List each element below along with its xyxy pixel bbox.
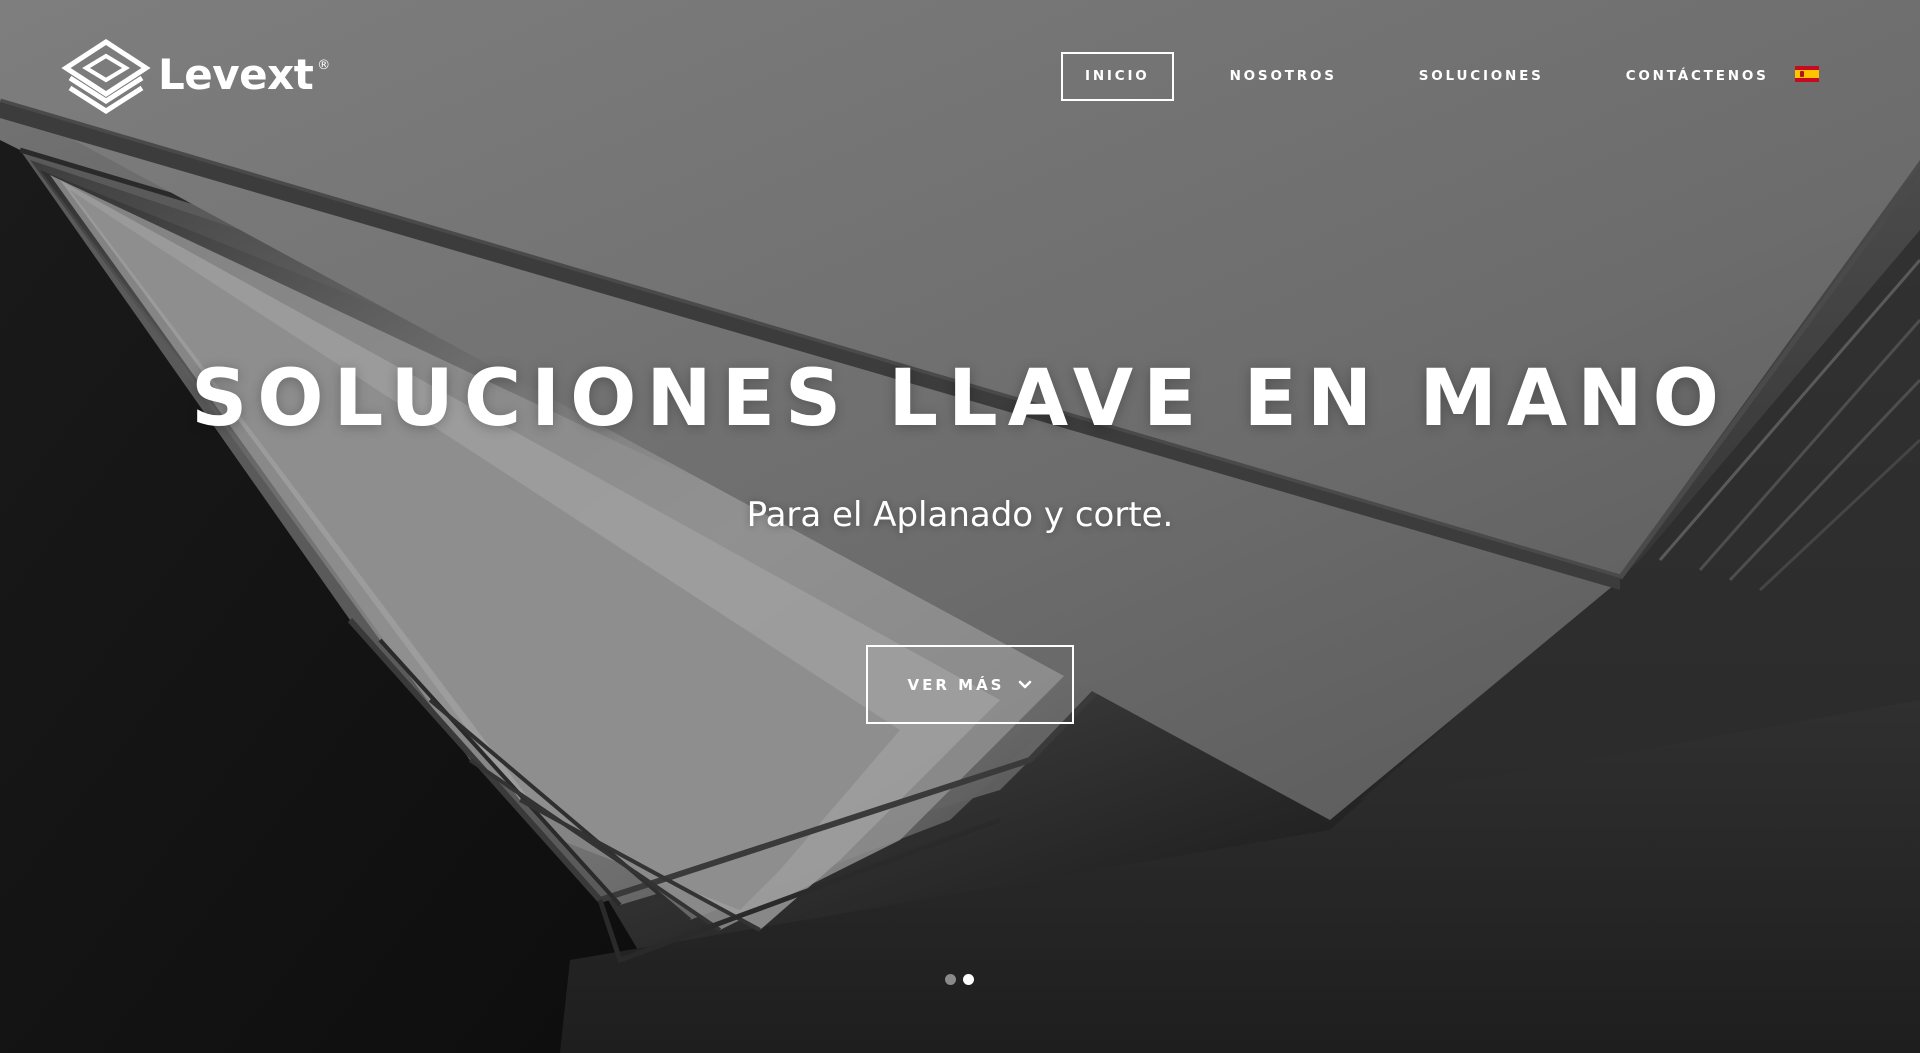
brand-logo[interactable]: Levext ® [60, 38, 330, 116]
spain-flag-icon[interactable] [1795, 66, 1819, 82]
flag-stripe-bottom [1795, 78, 1819, 82]
nav-item-nosotros[interactable]: NOSOTROS [1208, 52, 1359, 101]
registered-mark: ® [317, 58, 331, 73]
hero-section: Levext ® INICIO NOSOTROS SOLUCIONES CONT… [0, 0, 1920, 1053]
ver-mas-button[interactable]: VER MÁS [866, 645, 1074, 724]
levext-logo-icon [61, 39, 151, 114]
nav-item-contactenos[interactable]: CONTÁCTENOS [1604, 52, 1791, 101]
hero-title: SOLUCIONES LLAVE EN MANO [191, 354, 1729, 444]
nav-item-inicio[interactable]: INICIO [1061, 52, 1174, 101]
slider-dot-1[interactable] [945, 974, 956, 985]
ver-mas-label: VER MÁS [907, 675, 1005, 694]
chevron-down-icon [1019, 680, 1032, 688]
hero-subtitle: Para el Aplanado y corte. [746, 495, 1174, 535]
main-nav: INICIO NOSOTROS SOLUCIONES CONTÁCTENOS [1061, 52, 1791, 101]
slider-dot-2[interactable] [963, 974, 974, 985]
brand-name: Levext [158, 50, 314, 99]
nav-item-soluciones[interactable]: SOLUCIONES [1397, 52, 1566, 101]
flag-stripe-middle [1795, 70, 1819, 78]
slider-pagination [945, 974, 974, 985]
